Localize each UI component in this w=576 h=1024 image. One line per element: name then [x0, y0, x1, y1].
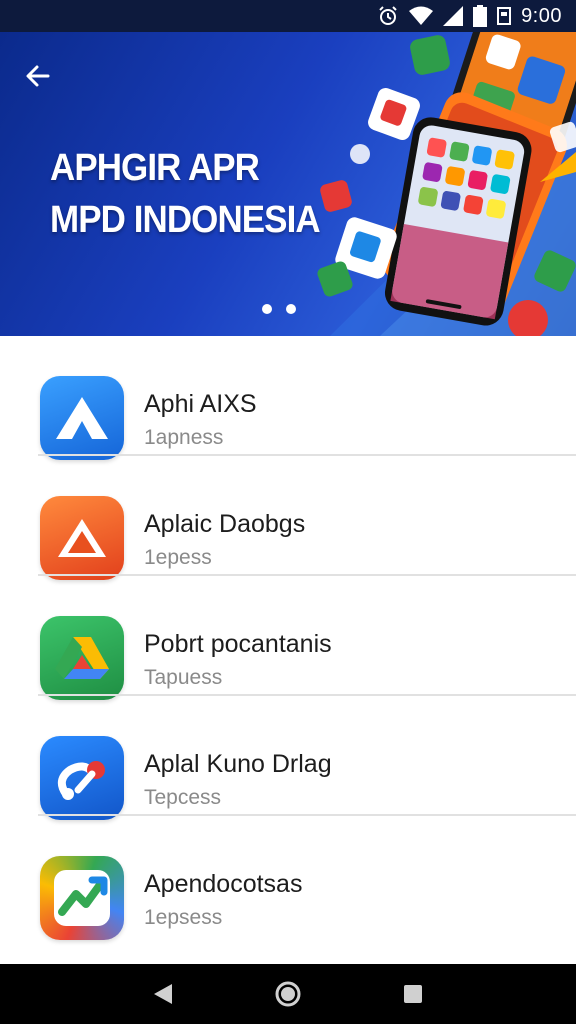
nav-back-button[interactable] — [143, 974, 183, 1014]
status-bar: 9:00 — [0, 0, 576, 32]
page-dot[interactable] — [286, 304, 296, 314]
app-name: Aphi AIXS — [144, 390, 257, 418]
hero-title-line2: MPD INDONESIA — [50, 199, 321, 241]
page-dot[interactable] — [262, 304, 272, 314]
nav-back-icon — [153, 984, 172, 1004]
app-name: Pobrt pocantanis — [144, 630, 332, 658]
battery-icon — [473, 5, 488, 27]
page-indicator — [262, 304, 296, 314]
hero-title-line1: APHGIR APR — [50, 147, 260, 189]
back-button[interactable] — [18, 56, 58, 96]
list-item[interactable]: Apendocotsas 1epsess — [0, 816, 576, 940]
notification-icon — [497, 7, 512, 25]
blue-loop-icon — [40, 736, 124, 820]
wifi-icon — [409, 6, 434, 26]
nav-recents-button[interactable] — [393, 974, 433, 1014]
app-list: Aphi AIXS 1apness Aplaic Daobgs 1epess P… — [0, 336, 576, 964]
signal-icon — [443, 6, 464, 26]
app-subtitle: Tapuess — [144, 666, 223, 689]
hero-banner: APHGIR APR MPD INDONESIA — [0, 32, 576, 336]
back-arrow-icon — [26, 65, 50, 87]
hero-title: APHGIR APR MPD INDONESIA — [50, 142, 321, 246]
list-item[interactable]: Aphi AIXS 1apness — [0, 336, 576, 460]
list-item[interactable]: Aplal Kuno Drlag Tepcess — [0, 696, 576, 820]
app-name: Aplaic Daobgs — [144, 510, 306, 538]
drive-icon — [40, 616, 124, 700]
nav-home-button[interactable] — [268, 974, 308, 1014]
list-item[interactable]: Pobrt pocantanis Tapuess — [0, 576, 576, 700]
orange-a-icon — [40, 496, 124, 580]
nav-home-icon — [275, 981, 301, 1007]
list-item[interactable]: Aplaic Daobgs 1epess — [0, 456, 576, 580]
app-subtitle: 1apness — [144, 426, 224, 449]
app-name: Aplal Kuno Drlag — [144, 750, 332, 778]
app-subtitle: 1epsess — [144, 906, 223, 929]
navigation-bar — [0, 964, 576, 1024]
app-subtitle: Tepcess — [144, 786, 222, 809]
alarm-icon — [377, 5, 399, 27]
colorful-arrow-icon — [40, 856, 124, 940]
blue-a-icon — [40, 376, 124, 460]
nav-recents-icon — [404, 985, 423, 1003]
status-time: 9:00 — [521, 4, 562, 27]
app-subtitle: 1epess — [144, 546, 212, 569]
app-name: Apendocotsas — [144, 870, 303, 898]
